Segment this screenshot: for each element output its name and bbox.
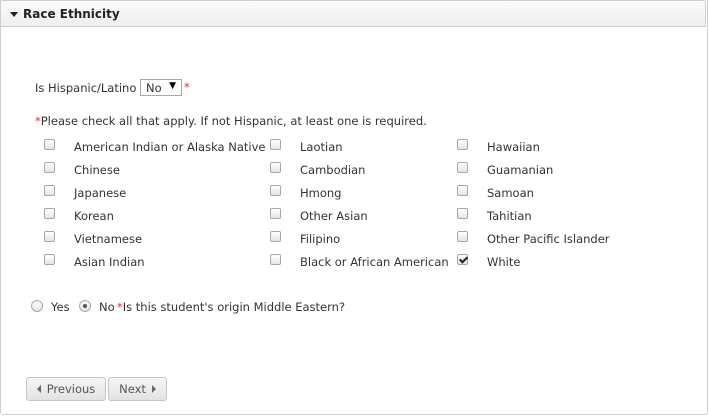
checkbox-label: Samoan: [487, 186, 534, 200]
checkbox-other-pacific-islander[interactable]: [457, 231, 468, 242]
previous-label: Previous: [46, 382, 96, 396]
instruction-text: *Please check all that apply. If not His…: [35, 114, 427, 128]
next-label: Next: [119, 382, 146, 396]
checkbox-samoan[interactable]: [457, 185, 468, 196]
checkbox-chinese[interactable]: [44, 162, 55, 173]
checkbox-label: Vietnamese: [74, 232, 143, 246]
middle-eastern-question: *Is this student's origin Middle Eastern…: [117, 300, 345, 314]
race-ethnicity-panel: [0, 0, 708, 415]
checkbox-label: Chinese: [74, 163, 120, 177]
radio-no-label: No: [99, 300, 115, 314]
checkbox-cambodian[interactable]: [270, 162, 281, 173]
checkbox-label: Black or African American: [300, 255, 449, 269]
hispanic-select[interactable]: No ▼: [140, 79, 182, 96]
radio-no[interactable]: [79, 300, 91, 312]
instruction-label: Please check all that apply. If not Hisp…: [40, 114, 427, 128]
checkbox-label: Asian Indian: [74, 255, 145, 269]
checkbox-label: Korean: [74, 209, 114, 223]
checkbox-japanese[interactable]: [44, 185, 55, 196]
checkbox-tahitian[interactable]: [457, 208, 468, 219]
question-text: Is this student's origin Middle Eastern?: [122, 300, 346, 314]
checkbox-hmong[interactable]: [270, 185, 281, 196]
checkbox-white[interactable]: [457, 254, 468, 265]
checkbox-black-african-american[interactable]: [270, 254, 281, 265]
checkbox-vietnamese[interactable]: [44, 231, 55, 242]
panel-title: Race Ethnicity: [23, 7, 120, 21]
checkbox-filipino[interactable]: [270, 231, 281, 242]
checkbox-label: Japanese: [74, 186, 127, 200]
dropdown-arrow-icon: ▼: [169, 81, 176, 91]
chevron-left-icon: [36, 385, 41, 393]
checkbox-label: Laotian: [300, 140, 343, 154]
radio-yes[interactable]: [31, 300, 43, 312]
checkbox-american-indian[interactable]: [44, 139, 55, 150]
checkbox-guamanian[interactable]: [457, 162, 468, 173]
checkbox-hawaiian[interactable]: [457, 139, 468, 150]
next-button[interactable]: Next: [108, 377, 167, 401]
checkbox-label: Other Pacific Islander: [487, 232, 610, 246]
previous-button[interactable]: Previous: [26, 377, 106, 401]
hispanic-label: Is Hispanic/Latino: [35, 81, 137, 95]
checkbox-label: Hawaiian: [487, 140, 540, 154]
chevron-right-icon: [151, 385, 156, 393]
required-marker: *: [184, 80, 190, 94]
checkbox-label: Other Asian: [300, 209, 368, 223]
checkbox-label: Tahitian: [487, 209, 532, 223]
checkbox-label: White: [487, 255, 521, 269]
caret-down-icon[interactable]: [10, 12, 18, 17]
checkbox-korean[interactable]: [44, 208, 55, 219]
checkbox-laotian[interactable]: [270, 139, 281, 150]
checkbox-label: Filipino: [300, 232, 341, 246]
checkbox-asian-indian[interactable]: [44, 254, 55, 265]
panel-header[interactable]: Race Ethnicity: [0, 0, 706, 27]
checkbox-label: Guamanian: [487, 163, 554, 177]
checkbox-label: American Indian or Alaska Native: [74, 140, 266, 154]
checkbox-other-asian[interactable]: [270, 208, 281, 219]
hispanic-select-value: No: [146, 81, 162, 95]
checkbox-label: Cambodian: [300, 163, 366, 177]
checkbox-label: Hmong: [300, 186, 342, 200]
radio-yes-label: Yes: [51, 300, 70, 314]
